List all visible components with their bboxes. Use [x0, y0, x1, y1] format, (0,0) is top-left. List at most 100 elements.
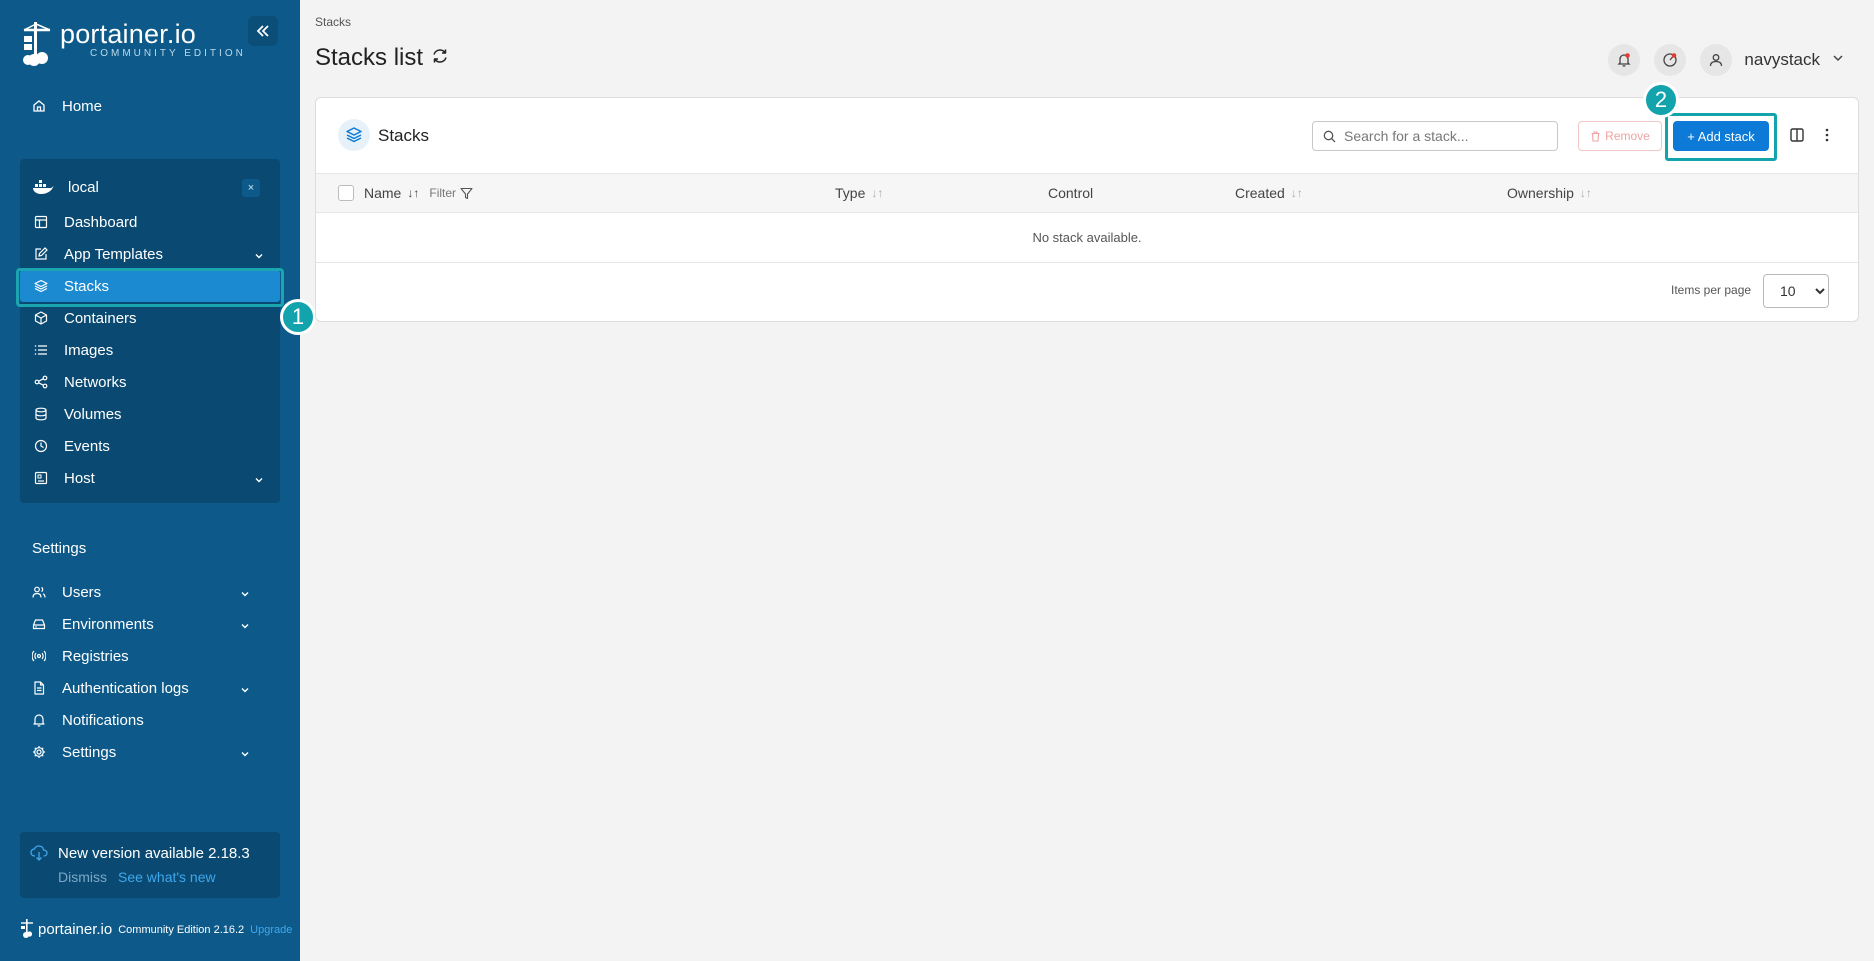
sidebar-item-volumes[interactable]: Volumes — [20, 398, 280, 430]
column-created[interactable]: Created ↓↑ — [1235, 185, 1303, 201]
add-stack-highlight-box — [1665, 113, 1777, 161]
trash-icon — [1591, 130, 1600, 142]
settings-section-title: Settings — [32, 540, 87, 557]
refresh-icon[interactable] — [431, 44, 449, 72]
sidebar-item-app-templates[interactable]: App Templates — [20, 238, 280, 270]
remove-button[interactable]: Remove — [1578, 121, 1662, 151]
sidebar-item-images[interactable]: Images — [20, 334, 280, 366]
help-button[interactable] — [1654, 44, 1687, 76]
sidebar: portainer.io COMMUNITY EDITION Home loca… — [0, 0, 300, 961]
clock-icon — [32, 437, 50, 455]
sidebar-item-label: Events — [64, 437, 110, 455]
sidebar-item-home[interactable]: Home — [20, 90, 280, 122]
bell-icon — [30, 711, 48, 729]
user-avatar[interactable] — [1700, 44, 1733, 76]
sidebar-item-label: Networks — [64, 373, 127, 391]
column-ownership-label: Ownership — [1507, 185, 1574, 201]
list-icon — [32, 341, 50, 359]
environment-name: local — [68, 178, 99, 196]
dashboard-icon — [32, 213, 50, 231]
database-icon — [32, 405, 50, 423]
sidebar-item-networks[interactable]: Networks — [20, 366, 280, 398]
sort-icon: ↓↑ — [407, 186, 420, 200]
sidebar-item-host[interactable]: Host — [20, 462, 280, 494]
chevron-down-icon[interactable] — [1832, 51, 1844, 69]
download-cloud-icon — [30, 845, 48, 866]
sidebar-item-users[interactable]: Users — [20, 576, 280, 608]
search-box[interactable] — [1312, 121, 1558, 151]
items-per-page-label: Items per page — [1671, 283, 1752, 297]
sidebar-item-environments[interactable]: Environments — [20, 608, 280, 640]
sidebar-item-label: Notifications — [62, 711, 144, 729]
more-vertical-icon[interactable] — [1819, 127, 1835, 148]
file-text-icon — [30, 679, 48, 697]
dismiss-link[interactable]: Dismiss — [58, 869, 107, 885]
column-control-label: Control — [1048, 185, 1094, 201]
sidebar-item-notifications[interactable]: Notifications — [20, 704, 280, 736]
column-control: Control — [1048, 185, 1093, 201]
column-ownership[interactable]: Ownership ↓↑ — [1507, 185, 1592, 201]
top-right-controls: navystack — [1594, 44, 1844, 76]
server-icon — [32, 469, 50, 487]
environment-close-button[interactable]: × — [242, 179, 260, 197]
collapse-sidebar-button[interactable] — [248, 16, 278, 46]
chevrons-left-icon — [256, 25, 269, 37]
environment-header[interactable]: local × — [32, 169, 268, 205]
layers-icon — [338, 119, 370, 151]
sidebar-item-label: Settings — [62, 743, 117, 761]
page-title: Stacks list — [315, 44, 449, 72]
gauge-icon — [1663, 53, 1678, 67]
edit-icon — [32, 245, 50, 263]
notifications-button[interactable] — [1608, 44, 1641, 76]
column-name-label: Name — [364, 185, 402, 201]
page-title-text: Stacks list — [315, 44, 424, 71]
column-type[interactable]: Type ↓↑ — [835, 185, 883, 201]
column-type-label: Type — [835, 185, 866, 201]
sidebar-item-events[interactable]: Events — [20, 430, 280, 462]
hard-drive-icon — [30, 615, 48, 633]
remove-label: Remove — [1605, 129, 1650, 143]
search-input[interactable] — [1344, 128, 1544, 144]
see-whats-new-link[interactable]: See what's new — [118, 869, 216, 885]
chevron-down-icon — [240, 682, 250, 699]
search-icon — [1323, 130, 1336, 142]
gear-icon — [30, 743, 48, 761]
sort-icon: ↓↑ — [871, 186, 884, 200]
sidebar-item-settings[interactable]: Settings — [20, 736, 280, 768]
sidebar-footer: portainer.io Community Edition 2.16.2 Up… — [20, 918, 292, 941]
column-name[interactable]: Name ↓↑ Filter — [364, 185, 473, 201]
sidebar-item-label: Authentication logs — [62, 679, 189, 697]
filter-button[interactable]: Filter — [429, 186, 473, 200]
sidebar-item-registries[interactable]: Registries — [20, 640, 280, 672]
card-title: Stacks — [378, 126, 430, 145]
breadcrumb: Stacks — [315, 15, 352, 29]
sidebar-item-label: Images — [64, 341, 114, 359]
filter-label: Filter — [429, 186, 457, 200]
chevron-down-icon — [254, 248, 264, 265]
update-title: New version available 2.18.3 — [58, 845, 250, 862]
empty-state: No stack available. — [316, 213, 1858, 263]
chevron-down-icon — [240, 746, 250, 763]
user-name[interactable]: navystack — [1744, 50, 1820, 70]
stacks-highlight-box — [16, 268, 284, 307]
portainer-logo[interactable]: portainer.io COMMUNITY EDITION — [20, 20, 246, 66]
select-all-checkbox[interactable] — [338, 185, 354, 201]
portainer-small-logo-icon — [20, 918, 34, 941]
footer-brand: portainer.io — [38, 921, 113, 938]
upgrade-link[interactable]: Upgrade — [250, 924, 292, 936]
sidebar-item-label: Dashboard — [64, 213, 138, 231]
logo-edition: COMMUNITY EDITION — [90, 48, 246, 59]
annotation-badge-2: 2 — [1643, 82, 1679, 118]
stacks-card: Stacks Remove + Add stack Name ↓↑ Filter… — [315, 97, 1859, 322]
filter-icon — [460, 187, 473, 199]
sidebar-item-label: Containers — [64, 309, 137, 327]
sidebar-item-authentication-logs[interactable]: Authentication logs — [20, 672, 280, 704]
chevron-down-icon — [240, 586, 250, 603]
chevron-down-icon — [240, 618, 250, 635]
box-icon — [32, 309, 50, 327]
environment-panel: local × Dashboard App Templates Stacks C… — [20, 159, 280, 503]
columns-icon[interactable] — [1789, 127, 1805, 148]
sidebar-item-dashboard[interactable]: Dashboard — [20, 206, 280, 238]
logo-name: portainer.io — [60, 19, 196, 49]
items-per-page-select[interactable]: 10 — [1763, 274, 1829, 308]
